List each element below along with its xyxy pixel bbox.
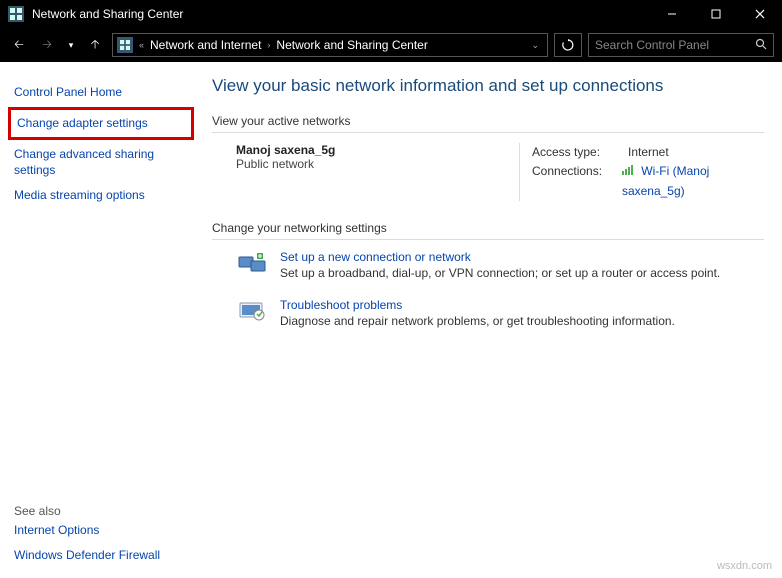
troubleshoot-item: Troubleshoot problems Diagnose and repai… (236, 298, 764, 328)
connection-link[interactable]: Wi-Fi (Manoj saxena_5g) (622, 164, 709, 197)
see-also-label: See also (14, 496, 188, 518)
breadcrumb-item[interactable]: Network and Internet (150, 38, 261, 52)
divider (212, 239, 764, 240)
search-input[interactable]: Search Control Panel (588, 33, 774, 57)
access-type-label: Access type: (532, 143, 614, 162)
setup-connection-link[interactable]: Set up a new connection or network (280, 250, 471, 264)
setup-connection-desc: Set up a broadband, dial-up, or VPN conn… (280, 266, 720, 280)
setup-connection-icon (236, 250, 268, 276)
sidebar-link-adapter[interactable]: Change adapter settings (17, 115, 185, 132)
window-controls (650, 0, 782, 28)
recent-dropdown[interactable]: ▾ (64, 34, 78, 56)
divider (212, 132, 764, 133)
networking-settings-section: Change your networking settings Set up a… (212, 221, 764, 328)
app-icon (8, 6, 24, 22)
sidebar-link-media[interactable]: Media streaming options (14, 183, 188, 208)
sidebar: Control Panel Home Change adapter settin… (0, 62, 202, 578)
troubleshoot-icon (236, 298, 268, 324)
forward-button[interactable]: 🡢 (36, 34, 58, 56)
minimize-button[interactable] (650, 0, 694, 28)
network-info: Manoj saxena_5g Public network (212, 143, 520, 201)
window-title: Network and Sharing Center (32, 7, 650, 21)
content-area: Control Panel Home Change adapter settin… (0, 62, 782, 578)
close-button[interactable] (738, 0, 782, 28)
change-settings-label: Change your networking settings (212, 221, 764, 235)
connections-label: Connections: (532, 162, 608, 201)
breadcrumb-box[interactable]: « Network and Internet › Network and Sha… (112, 33, 548, 57)
back-button[interactable]: 🡠 (8, 34, 30, 56)
search-icon[interactable] (755, 38, 767, 53)
sidebar-link-firewall[interactable]: Windows Defender Firewall (14, 543, 188, 568)
troubleshoot-link[interactable]: Troubleshoot problems (280, 298, 402, 312)
up-button[interactable]: 🡡 (84, 34, 106, 56)
titlebar: Network and Sharing Center (0, 0, 782, 28)
network-details: Access type: Internet Connections: Wi-Fi… (520, 143, 764, 201)
sidebar-link-advanced[interactable]: Change advanced sharing settings (14, 142, 188, 184)
chevron-right-icon[interactable]: › (265, 40, 272, 50)
page-heading: View your basic network information and … (212, 76, 764, 96)
access-type-value: Internet (628, 143, 669, 162)
sidebar-link-home[interactable]: Control Panel Home (14, 80, 188, 105)
setup-connection-item: Set up a new connection or network Set u… (236, 250, 764, 280)
maximize-button[interactable] (694, 0, 738, 28)
breadcrumb-item[interactable]: Network and Sharing Center (276, 38, 427, 52)
wifi-signal-icon (622, 162, 634, 181)
network-name: Manoj saxena_5g (236, 143, 509, 157)
troubleshoot-desc: Diagnose and repair network problems, or… (280, 314, 675, 328)
refresh-button[interactable] (554, 33, 582, 57)
search-placeholder: Search Control Panel (595, 38, 755, 52)
watermark: wsxdn.com (717, 560, 772, 572)
active-networks-label: View your active networks (212, 114, 764, 128)
highlight-box: Change adapter settings (8, 107, 194, 140)
location-icon (117, 37, 133, 53)
breadcrumb-sep-icon[interactable]: « (137, 40, 146, 50)
address-dropdown-icon[interactable]: ⌄ (527, 40, 543, 51)
main-panel: View your basic network information and … (202, 62, 782, 578)
network-type: Public network (236, 157, 509, 171)
address-bar: 🡠 🡢 ▾ 🡡 « Network and Internet › Network… (0, 28, 782, 62)
sidebar-link-internet-options[interactable]: Internet Options (14, 518, 188, 543)
active-network-row: Manoj saxena_5g Public network Access ty… (212, 143, 764, 201)
